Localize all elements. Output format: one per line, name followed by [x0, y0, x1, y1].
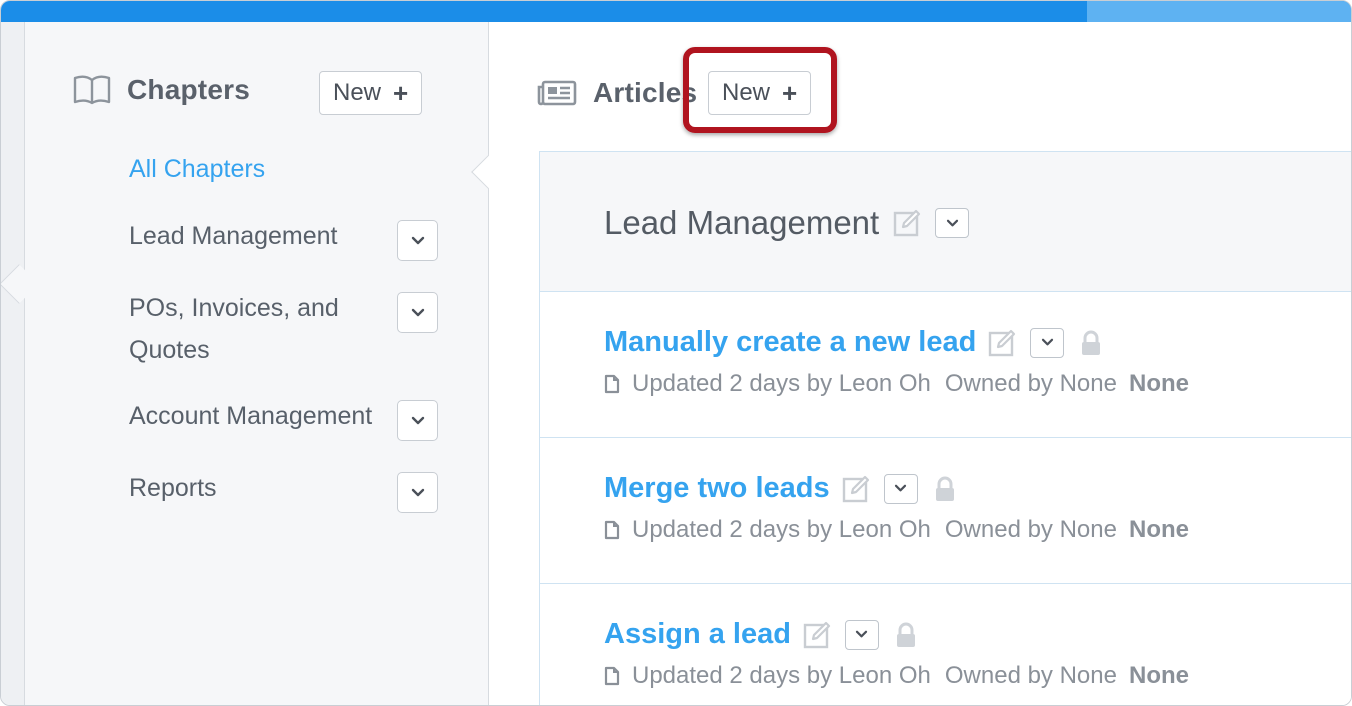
- newspaper-icon: [537, 80, 577, 106]
- chevron-down-icon: [411, 416, 424, 424]
- edit-icon[interactable]: [988, 329, 1016, 357]
- edit-icon[interactable]: [803, 621, 831, 649]
- article-updated: Updated 2 days by Leon Oh: [632, 516, 931, 543]
- articles-header: Articles: [537, 77, 697, 109]
- article-updated: Updated 2 days by Leon Oh: [632, 370, 931, 397]
- edit-icon[interactable]: [842, 475, 870, 503]
- book-icon: [73, 75, 111, 105]
- chevron-down-icon: [1041, 338, 1053, 346]
- article-owned: Owned by None: [944, 370, 1117, 397]
- chevron-down-icon: [411, 488, 424, 496]
- plus-icon: +: [393, 78, 409, 108]
- new-chapter-label: New: [333, 79, 382, 106]
- article-options-button[interactable]: [844, 619, 879, 650]
- chapters-title: Chapters: [127, 74, 250, 105]
- chapters-sidebar: Chapters New + All Chapters Lead Managem…: [25, 22, 511, 705]
- chevron-down-icon: [856, 630, 868, 638]
- document-icon: [604, 520, 620, 540]
- article-owner: None: [1128, 370, 1189, 397]
- article-row: Assign a lead Updated 2 days by Leon Oh …: [540, 584, 1351, 705]
- plus-icon: +: [782, 78, 798, 108]
- article-owned: Owned by None: [944, 516, 1117, 543]
- collapsed-nav-strip: [1, 22, 39, 705]
- chapter-header: Lead Management: [540, 152, 1351, 292]
- articles-panel: Lead Management Manually create a new le…: [539, 151, 1351, 705]
- chapter-menu-button[interactable]: [397, 400, 438, 441]
- article-meta: Updated 2 days by Leon Oh Owned by None …: [604, 516, 1189, 544]
- article-title-link[interactable]: Merge two leads: [604, 472, 830, 505]
- document-icon: [604, 374, 620, 394]
- chevron-down-icon: [411, 308, 424, 316]
- article-title-link[interactable]: Assign a lead: [604, 618, 791, 651]
- progress-bar: [1, 1, 1351, 22]
- new-chapter-button[interactable]: New +: [319, 71, 423, 115]
- chevron-down-icon: [411, 236, 424, 244]
- chevron-down-icon: [946, 219, 958, 226]
- chapter-menu-button[interactable]: [397, 292, 438, 333]
- lock-icon: [935, 476, 954, 501]
- chapter-item-pos-invoices[interactable]: POs, Invoices, and Quotes: [129, 287, 369, 371]
- new-article-label: New: [722, 79, 771, 106]
- article-meta: Updated 2 days by Leon Oh Owned by None …: [604, 370, 1189, 398]
- app-window: Chapters New + All Chapters Lead Managem…: [0, 0, 1352, 706]
- article-title-row: Assign a lead: [604, 618, 917, 651]
- document-icon: [604, 666, 620, 686]
- article-owned: Owned by None: [944, 662, 1117, 689]
- chapter-heading: Lead Management: [604, 204, 970, 242]
- articles-title: Articles: [593, 77, 698, 108]
- article-title-row: Manually create a new lead: [604, 326, 1102, 359]
- progress-track: [1087, 1, 1351, 22]
- chapter-menu-button[interactable]: [397, 472, 438, 513]
- lock-icon: [896, 622, 915, 647]
- chapter-heading-text: Lead Management: [604, 204, 880, 241]
- chapter-options-button[interactable]: [935, 208, 970, 238]
- article-title-row: Merge two leads: [604, 472, 956, 505]
- chapter-menu-button[interactable]: [397, 220, 438, 261]
- article-options-button[interactable]: [883, 473, 918, 504]
- article-options-button[interactable]: [1030, 327, 1065, 358]
- article-owner: None: [1128, 662, 1189, 689]
- article-owner: None: [1128, 516, 1189, 543]
- chapters-header: Chapters: [73, 74, 250, 106]
- new-article-button[interactable]: New +: [708, 71, 812, 115]
- article-updated: Updated 2 days by Leon Oh: [632, 662, 931, 689]
- article-title-link[interactable]: Manually create a new lead: [604, 326, 976, 359]
- chevron-down-icon: [895, 484, 907, 492]
- edit-icon[interactable]: [893, 209, 921, 237]
- article-row: Merge two leads Updated 2 days by Leon O…: [540, 438, 1351, 584]
- lock-icon: [1082, 330, 1101, 355]
- article-row: Manually create a new lead Updated 2 day…: [540, 292, 1351, 438]
- chapter-item-all[interactable]: All Chapters: [129, 148, 459, 190]
- article-meta: Updated 2 days by Leon Oh Owned by None …: [604, 662, 1189, 690]
